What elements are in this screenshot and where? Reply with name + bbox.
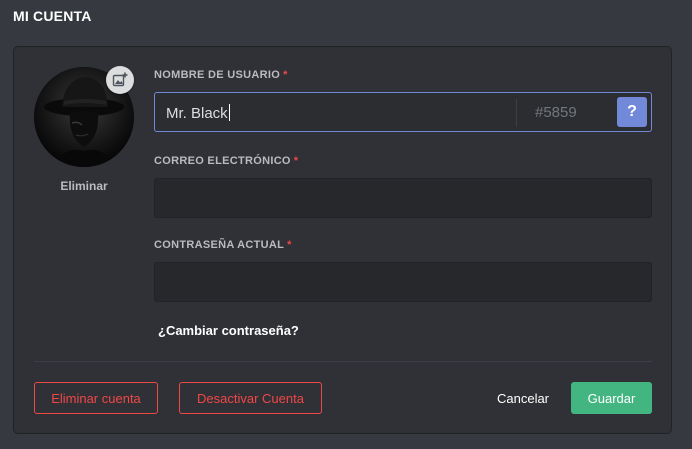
deactivate-account-button[interactable]: Desactivar Cuenta bbox=[179, 382, 322, 414]
upload-avatar-button[interactable] bbox=[106, 66, 134, 94]
username-input-wrap: Mr. Black bbox=[166, 104, 230, 122]
delete-account-button[interactable]: Eliminar cuenta bbox=[34, 382, 158, 414]
discriminator-divider bbox=[516, 99, 517, 127]
required-mark: * bbox=[283, 69, 288, 81]
username-label-text: NOMBRE DE USUARIO bbox=[154, 69, 281, 81]
save-button[interactable]: Guardar bbox=[571, 382, 652, 414]
divider bbox=[34, 361, 652, 362]
help-button[interactable]: ? bbox=[617, 97, 647, 127]
required-mark: * bbox=[287, 239, 292, 251]
password-field[interactable] bbox=[154, 262, 652, 302]
text-caret bbox=[228, 104, 230, 121]
password-label: CONTRASEÑA ACTUAL * bbox=[154, 239, 292, 251]
username-field[interactable]: Mr. Black #5859 ? bbox=[154, 92, 652, 132]
page-title: MI CUENTA bbox=[13, 8, 92, 24]
add-image-icon bbox=[112, 72, 128, 87]
username-label: NOMBRE DE USUARIO * bbox=[154, 69, 288, 81]
required-mark: * bbox=[293, 155, 299, 167]
cancel-button[interactable]: Cancelar bbox=[488, 382, 558, 414]
password-label-text: CONTRASEÑA ACTUAL bbox=[154, 239, 285, 251]
email-label: CORREO ELECTRÓNICO * bbox=[154, 155, 298, 167]
change-password-link[interactable]: ¿Cambiar contraseña? bbox=[158, 323, 299, 338]
discriminator: #5859 bbox=[535, 104, 577, 121]
remove-avatar-link[interactable]: Eliminar bbox=[34, 179, 134, 193]
account-card: Eliminar NOMBRE DE USUARIO * Mr. Black #5… bbox=[13, 46, 672, 434]
email-field[interactable] bbox=[154, 178, 652, 218]
username-value: Mr. Black bbox=[166, 105, 228, 122]
email-label-text: CORREO ELECTRÓNICO bbox=[154, 155, 291, 167]
